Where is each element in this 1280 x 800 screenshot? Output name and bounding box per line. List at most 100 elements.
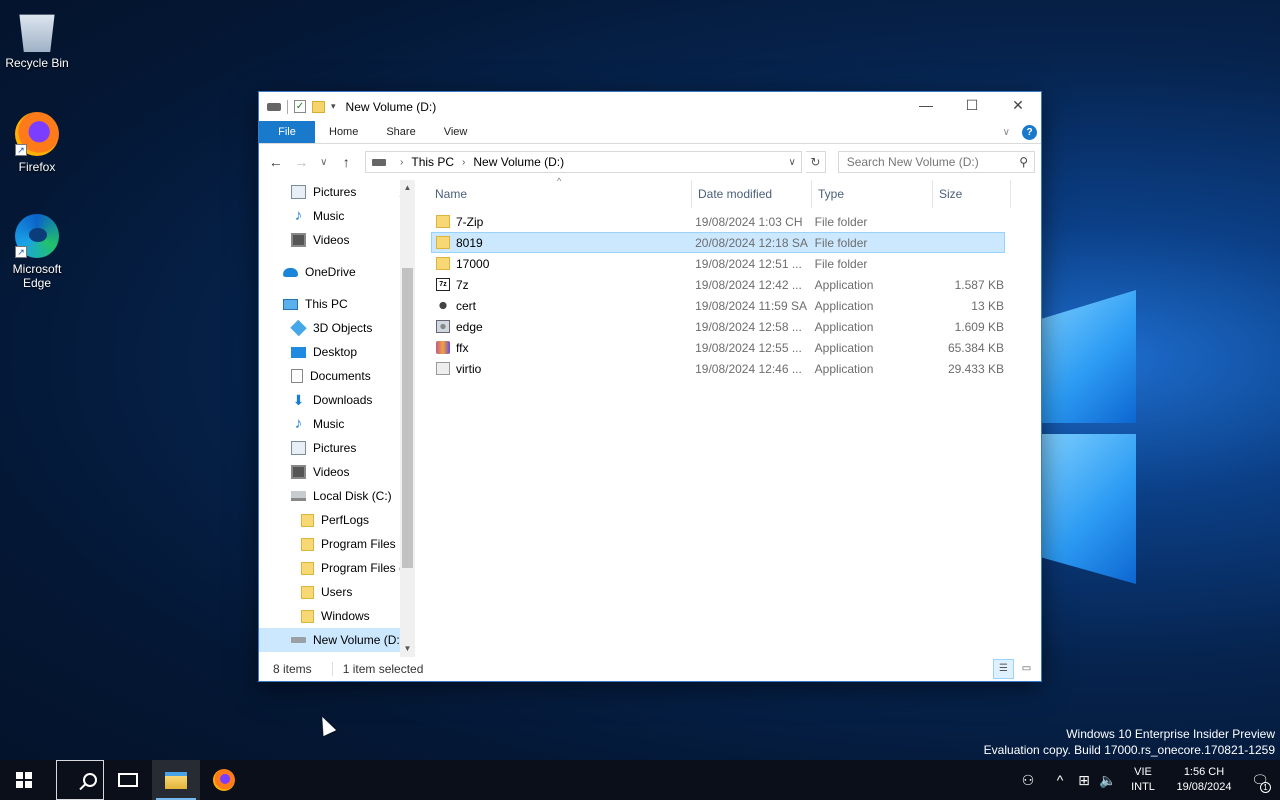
tab-file[interactable]: File: [259, 121, 315, 143]
file-row-7-zip[interactable]: 7-Zip 19/08/2024 1:03 CH File folder: [431, 211, 1005, 232]
nav-item-windows[interactable]: Windows: [259, 604, 415, 628]
large-icons-view-icon[interactable]: ▭: [1016, 659, 1037, 679]
breadcrumb-new-volume[interactable]: New Volume (D:): [473, 155, 564, 169]
breadcrumb-separator-icon[interactable]: ›: [462, 157, 465, 168]
taskbar-clock[interactable]: 1:56 CH 19/08/2024: [1168, 765, 1240, 795]
file-row-17000[interactable]: 17000 19/08/2024 12:51 ... File folder: [431, 253, 1005, 274]
column-header-type[interactable]: Type: [812, 180, 933, 208]
nav-item-perflogs[interactable]: PerfLogs: [259, 508, 415, 532]
network-icon[interactable]: ⊞: [1072, 772, 1096, 789]
desktop-recycle-bin[interactable]: Recycle Bin: [0, 8, 74, 70]
column-header-size[interactable]: Size: [933, 180, 1011, 208]
file-name: ffx: [456, 340, 469, 355]
desktop-edge[interactable]: ↗ Microsoft Edge: [0, 214, 74, 290]
file-type: Application: [814, 361, 874, 376]
new-folder-icon[interactable]: [312, 100, 325, 113]
file-row-virtio[interactable]: virtio 19/08/2024 12:46 ... Application …: [431, 358, 1005, 379]
file-type: File folder: [814, 214, 868, 229]
show-hidden-icons-chevron-icon[interactable]: ^: [1048, 772, 1072, 788]
nav-item-onedrive[interactable]: OneDrive: [259, 260, 415, 284]
file-name: virtio: [456, 361, 482, 376]
nav-item-videos-pinned[interactable]: Videos: [259, 228, 415, 252]
status-bar: 8 items 1 item selected ☰ ▭: [259, 657, 1041, 681]
address-dropdown-chevron-icon[interactable]: ∨: [783, 157, 801, 168]
file-size: 13 KB: [971, 298, 1004, 313]
taskbar-file-explorer[interactable]: [152, 760, 200, 800]
close-button[interactable]: ✕: [995, 92, 1041, 121]
folder-icon: [436, 236, 450, 249]
shortcut-arrow-icon: ↗: [15, 246, 27, 258]
file-row-7z[interactable]: 7z 7z 19/08/2024 12:42 ... Application 1.…: [431, 274, 1005, 295]
nav-item-music[interactable]: ♪ Music: [259, 412, 415, 436]
volume-muted-icon[interactable]: 🔈: [1096, 772, 1120, 789]
desktop-firefox[interactable]: ↗ Firefox: [0, 112, 74, 174]
nav-item-downloads[interactable]: ⬇ Downloads: [259, 388, 415, 412]
recent-locations-chevron-icon[interactable]: ∨: [316, 157, 332, 168]
address-bar[interactable]: › This PC › New Volume (D:) ∨: [365, 151, 803, 173]
breadcrumb-separator-icon[interactable]: ›: [400, 157, 403, 168]
file-row-edge[interactable]: edge 19/08/2024 12:58 ... Application 1.…: [431, 316, 1005, 337]
system-tray: ⚇ ^ ⊞ 🔈 VIE INTL 1:56 CH 19/08/2024 🗨 1: [1016, 760, 1280, 800]
scroll-down-arrow-icon[interactable]: ▼: [400, 641, 415, 657]
start-button[interactable]: [0, 760, 48, 800]
taskbar-firefox[interactable]: [200, 760, 248, 800]
nav-item-desktop[interactable]: Desktop: [259, 340, 415, 364]
nav-item-new-volume-d[interactable]: New Volume (D:: [259, 628, 415, 652]
file-size: 65.384 KB: [947, 340, 1004, 355]
column-header-name[interactable]: Name: [435, 180, 692, 208]
scrollbar-thumb[interactable]: [402, 268, 413, 568]
nav-item-music-pinned[interactable]: ♪ Music: [259, 204, 415, 228]
nav-item-this-pc[interactable]: This PC: [259, 292, 415, 316]
taskbar-search-button[interactable]: [56, 760, 104, 800]
file-row-cert[interactable]: cert 19/08/2024 11:59 SA Application 13 …: [431, 295, 1005, 316]
tab-home[interactable]: Home: [315, 121, 372, 143]
nav-item-3d-objects[interactable]: 3D Objects: [259, 316, 415, 340]
nav-item-videos[interactable]: Videos: [259, 460, 415, 484]
search-input[interactable]: Search New Volume (D:) ⚲: [837, 151, 1036, 173]
nav-item-pictures[interactable]: Pictures: [259, 436, 415, 460]
title-bar[interactable]: ✓ ▾ New Volume (D:) — ☐ ✕: [259, 92, 1041, 121]
task-view-icon: [118, 773, 138, 787]
up-arrow-icon[interactable]: ↑: [336, 154, 357, 170]
minimize-button[interactable]: —: [903, 92, 949, 121]
column-header-date-modified[interactable]: Date modified: [692, 180, 812, 208]
window-title: New Volume (D:): [345, 99, 437, 114]
folder-icon: [301, 585, 314, 599]
file-row-ffx[interactable]: ffx 19/08/2024 12:55 ... Application 65.…: [431, 337, 1005, 358]
refresh-icon[interactable]: ↻: [806, 151, 826, 173]
task-view-button[interactable]: [104, 760, 152, 800]
nav-item-pictures-pinned[interactable]: Pictures📌: [259, 180, 415, 204]
nav-item-local-disk-c[interactable]: Local Disk (C:): [259, 484, 415, 508]
properties-icon[interactable]: ✓: [294, 100, 306, 113]
nav-item-users[interactable]: Users: [259, 580, 415, 604]
input-language-indicator[interactable]: VIE INTL: [1120, 765, 1166, 795]
file-type: Application: [814, 298, 874, 313]
details-view-icon[interactable]: ☰: [993, 659, 1014, 679]
maximize-button[interactable]: ☐: [949, 92, 995, 121]
file-type: File folder: [814, 235, 868, 250]
scroll-up-arrow-icon[interactable]: ▲: [400, 180, 415, 196]
forward-arrow-icon[interactable]: →: [290, 154, 311, 170]
virtio-app-icon: [436, 362, 450, 375]
tab-share[interactable]: Share: [372, 121, 429, 143]
nav-item-program-files[interactable]: Program Files: [259, 532, 415, 556]
pictures-icon: [291, 441, 306, 455]
file-explorer-window: ✓ ▾ New Volume (D:) — ☐ ✕ File Home Shar…: [258, 91, 1042, 682]
help-icon[interactable]: ?: [1022, 124, 1037, 140]
quick-access-toolbar: ✓ ▾: [267, 99, 336, 114]
3d-objects-icon: [290, 319, 307, 337]
videos-icon: [291, 233, 306, 247]
customize-toolbar-chevron-icon[interactable]: ▾: [331, 101, 336, 112]
expand-ribbon-chevron-icon[interactable]: ∨: [1003, 127, 1010, 138]
nav-item-documents[interactable]: Documents: [259, 364, 415, 388]
nav-pane-scrollbar[interactable]: ▲ ▼: [400, 180, 415, 657]
local-disk-icon: [291, 491, 306, 501]
back-arrow-icon[interactable]: ←: [265, 154, 286, 170]
file-row-8019[interactable]: 8019 20/08/2024 12:18 SA File folder: [431, 232, 1005, 253]
action-center-button[interactable]: 🗨 1: [1240, 772, 1280, 793]
tab-view[interactable]: View: [430, 121, 482, 143]
nav-item-program-files-x86[interactable]: Program Files (: [259, 556, 415, 580]
people-icon[interactable]: ⚇: [1016, 772, 1040, 789]
breadcrumb-this-pc[interactable]: This PC: [411, 155, 454, 169]
edge-app-icon: [436, 320, 450, 333]
